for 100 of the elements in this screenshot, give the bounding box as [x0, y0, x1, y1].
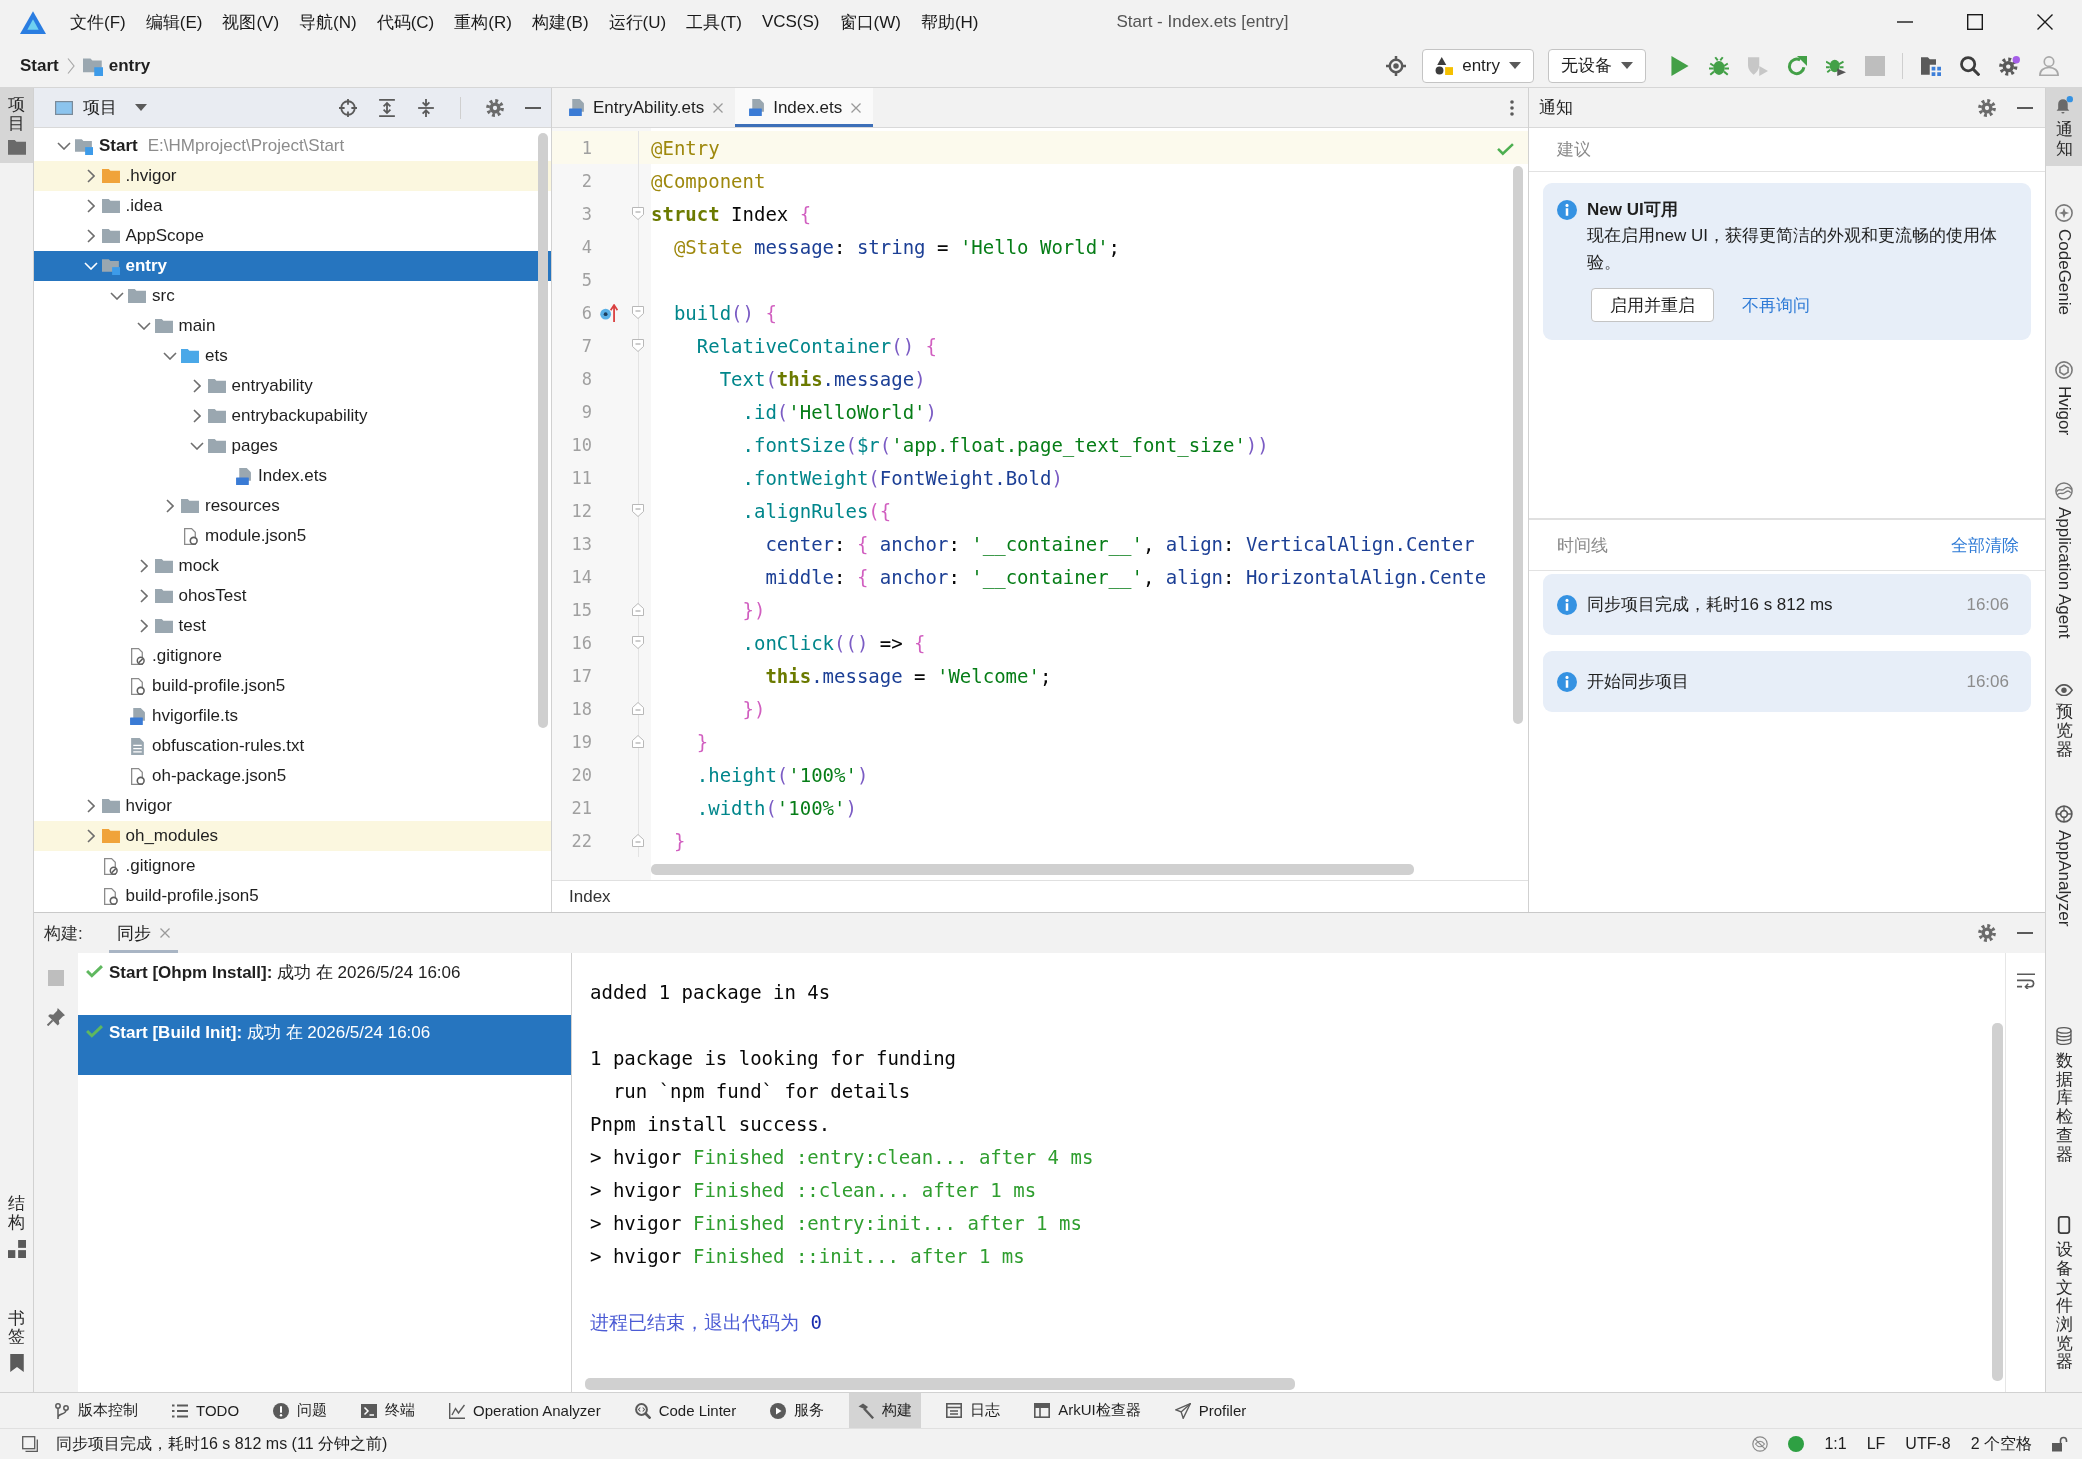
- device-dropdown[interactable]: 无设备: [1548, 48, 1646, 83]
- tree-item[interactable]: ets: [34, 341, 551, 371]
- tree-item[interactable]: .gitignore: [34, 641, 551, 671]
- build-task[interactable]: Start [Build Init]: 成功 在 2026/5/24 16:06: [78, 1015, 571, 1075]
- chevron-right-icon[interactable]: [86, 829, 95, 843]
- chevron-right-icon[interactable]: [86, 169, 95, 183]
- maximize-icon[interactable]: [1967, 14, 1983, 30]
- lock-icon[interactable]: [2052, 1436, 2068, 1452]
- build-task[interactable]: Start [Ohpm Install]: 成功 在 2026/5/24 16:06: [78, 955, 571, 1015]
- side-tab[interactable]: Application Agent: [2046, 473, 2082, 646]
- pin-icon[interactable]: [47, 1008, 65, 1026]
- tree-item[interactable]: test: [34, 611, 551, 641]
- chevron-down-icon[interactable]: [57, 142, 71, 150]
- menu-item[interactable]: 构建(B): [531, 10, 589, 34]
- tree-item[interactable]: ohosTest: [34, 581, 551, 611]
- menu-item[interactable]: 帮助(H): [920, 10, 979, 34]
- scrollbar-thumb[interactable]: [1992, 1023, 2003, 1381]
- side-tab[interactable]: AppAnalyzer: [2046, 797, 2082, 935]
- fold-marker-icon[interactable]: [632, 834, 644, 847]
- chevron-right-icon[interactable]: [86, 229, 95, 243]
- chevron-right-icon[interactable]: [166, 499, 174, 513]
- soft-wrap-icon[interactable]: [2016, 973, 2035, 989]
- chevron-down-icon[interactable]: [163, 352, 177, 360]
- settings-icon[interactable]: [1978, 924, 1996, 942]
- tree-item[interactable]: build-profile.json5: [34, 671, 551, 701]
- side-tab[interactable]: CodeGenie: [2046, 196, 2082, 324]
- breadcrumb-item[interactable]: Index: [569, 886, 611, 907]
- scrollbar-thumb[interactable]: [585, 1378, 1295, 1390]
- status-dot-icon[interactable]: [1788, 1436, 1805, 1452]
- panel-title[interactable]: 项目: [83, 96, 117, 119]
- tree-item[interactable]: main: [34, 311, 551, 341]
- fold-marker-icon[interactable]: [632, 339, 644, 352]
- menu-item[interactable]: 工具(T): [686, 10, 742, 34]
- tool-window-button[interactable]: Profiler: [1165, 1393, 1256, 1428]
- bug-icon[interactable]: [1708, 55, 1729, 76]
- menu-item[interactable]: 重构(R): [454, 10, 512, 34]
- target-icon[interactable]: [1386, 55, 1407, 76]
- menu-item[interactable]: 窗口(W): [839, 10, 901, 34]
- stacked-squares-icon[interactable]: [22, 1436, 38, 1452]
- settings-icon[interactable]: [1998, 55, 2020, 76]
- dont-ask-link[interactable]: 不再询问: [1742, 293, 1810, 317]
- clear-all-link[interactable]: 全部清除: [1951, 533, 2019, 557]
- collapse-all-icon[interactable]: [417, 98, 435, 117]
- file-encoding[interactable]: UTF-8: [1905, 1435, 1951, 1453]
- tree-item[interactable]: .idea: [34, 191, 551, 221]
- caret-position[interactable]: 1:1: [1824, 1435, 1847, 1453]
- tree-item[interactable]: pages: [34, 431, 551, 461]
- breadcrumb-item[interactable]: Start: [20, 55, 59, 76]
- tree-item[interactable]: src: [34, 281, 551, 311]
- menu-item[interactable]: 导航(N): [299, 10, 357, 34]
- scrollbar-thumb[interactable]: [538, 133, 548, 728]
- tool-window-button[interactable]: 构建: [849, 1393, 922, 1428]
- chevron-right-icon[interactable]: [139, 559, 148, 573]
- caret-icon[interactable]: [135, 104, 147, 111]
- crossed-eye-icon[interactable]: [1752, 1436, 1769, 1452]
- menu-item[interactable]: 代码(C): [376, 10, 435, 34]
- expand-all-icon[interactable]: [378, 98, 396, 117]
- tree-item[interactable]: oh-package.json5: [34, 761, 551, 791]
- fold-marker-icon[interactable]: [632, 702, 644, 715]
- tree-item[interactable]: .gitignore: [34, 851, 551, 881]
- tree-item[interactable]: .hvigor: [34, 161, 551, 191]
- chevron-right-icon[interactable]: [192, 379, 201, 393]
- circle-arrow-icon[interactable]: [599, 303, 618, 322]
- side-tab[interactable]: 项目: [0, 88, 33, 163]
- tool-window-button[interactable]: 版本控制: [45, 1393, 147, 1428]
- tree-item[interactable]: obfuscation-rules.txt: [34, 731, 551, 761]
- fold-marker-icon[interactable]: [632, 306, 644, 319]
- close-icon[interactable]: [2037, 14, 2053, 30]
- tree-item[interactable]: Start E:\HMproject\Project\Start: [34, 131, 551, 161]
- tree-item[interactable]: entry: [34, 251, 551, 281]
- tree-item[interactable]: hvigor: [34, 791, 551, 821]
- side-tab[interactable]: Hvigor: [2046, 353, 2082, 444]
- chevron-right-icon[interactable]: [139, 589, 148, 603]
- reload-icon[interactable]: [1786, 55, 1807, 76]
- minimize-icon[interactable]: [2017, 106, 2033, 109]
- tool-window-button[interactable]: 服务: [761, 1393, 834, 1428]
- settings-icon[interactable]: [1978, 98, 1996, 117]
- tree-item[interactable]: oh_modules: [34, 821, 551, 851]
- run-config-dropdown[interactable]: entry: [1422, 48, 1534, 83]
- chevron-right-icon[interactable]: [86, 799, 95, 813]
- tool-window-button[interactable]: TODO: [163, 1393, 249, 1428]
- tree-item[interactable]: AppScope: [34, 221, 551, 251]
- line-separator[interactable]: LF: [1866, 1435, 1886, 1453]
- minimize-icon[interactable]: [525, 106, 541, 109]
- side-tab[interactable]: 数据库检查器: [2046, 1019, 2082, 1173]
- fold-marker-icon[interactable]: [632, 504, 644, 517]
- crosshair-icon[interactable]: [339, 98, 357, 117]
- tree-item[interactable]: Index.ets: [34, 461, 551, 491]
- chevron-down-icon[interactable]: [189, 442, 204, 450]
- tool-window-button[interactable]: 终端: [352, 1393, 425, 1428]
- tree-item[interactable]: entrybackupability: [34, 401, 551, 431]
- menu-item[interactable]: 视图(V): [222, 10, 280, 34]
- folder-grid-icon[interactable]: [1920, 55, 1941, 76]
- tool-window-button[interactable]: Code Linter: [625, 1393, 746, 1428]
- menu-item[interactable]: VCS(S): [761, 12, 820, 32]
- chevron-right-icon[interactable]: [139, 619, 148, 633]
- indent-setting[interactable]: 2 个空格: [1970, 1433, 2032, 1455]
- chevron-down-icon[interactable]: [136, 322, 151, 330]
- breadcrumb-item[interactable]: entry: [108, 55, 151, 76]
- menu-item[interactable]: 文件(F): [70, 10, 126, 34]
